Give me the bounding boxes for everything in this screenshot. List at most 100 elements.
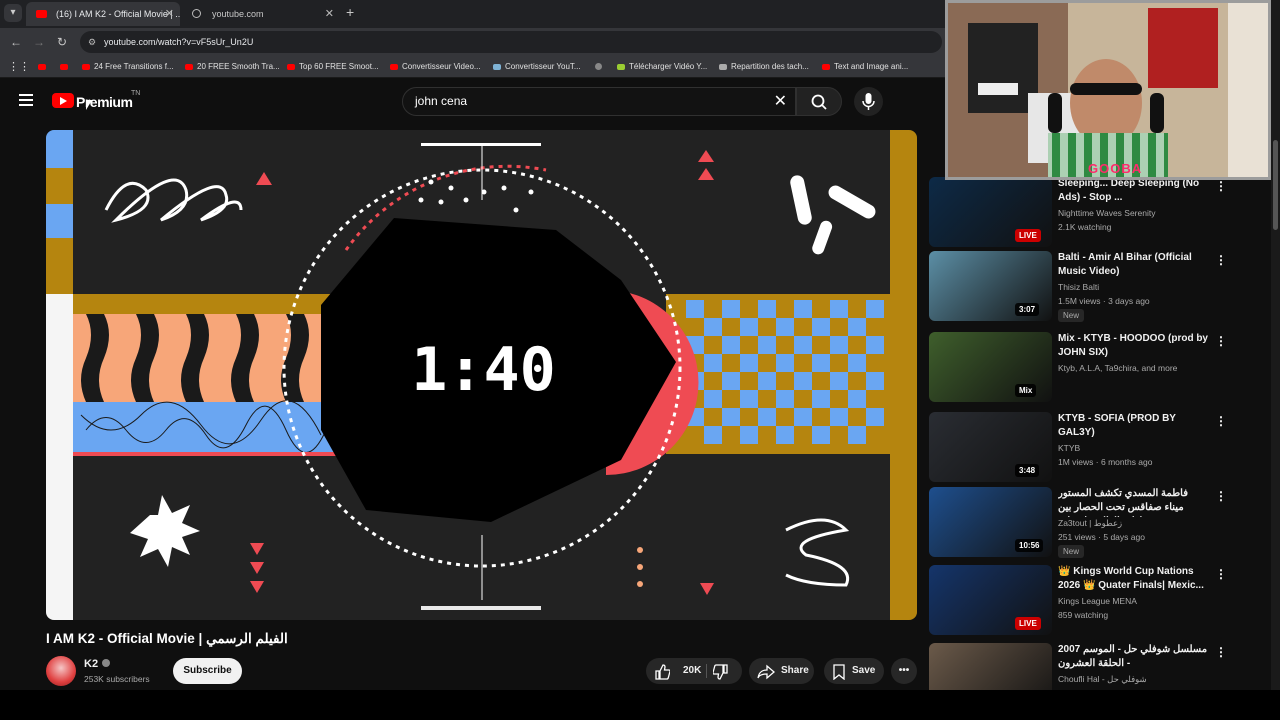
- channel-avatar[interactable]: [46, 656, 76, 686]
- video-badge: 3:48: [1015, 464, 1040, 477]
- bookmark-item[interactable]: [595, 56, 606, 78]
- apps-icon[interactable]: ⋮⋮: [8, 56, 30, 78]
- video-title: I AM K2 - Official Movie | الفيلم الرسمي: [46, 631, 288, 646]
- video-badge: Mix: [1015, 384, 1037, 397]
- globe-favicon-icon: [192, 9, 201, 18]
- more-options-icon[interactable]: ⋮: [1215, 414, 1227, 428]
- like-count[interactable]: 20K: [683, 665, 701, 676]
- bookmark-item[interactable]: 20 FREE Smooth Tra...: [185, 56, 280, 78]
- menu-icon[interactable]: [19, 94, 33, 106]
- video-meta: 251 views · 5 days ago: [1058, 532, 1145, 542]
- webcam-overlay: GOOBA: [945, 0, 1271, 180]
- microphone-icon: [862, 93, 875, 110]
- bookmarks-bar: ⋮⋮ 24 Free Transitions f... 20 FREE Smoo…: [0, 56, 945, 78]
- like-dislike-group: 20K: [646, 658, 742, 684]
- bookmark-item[interactable]: Repartition des tach...: [719, 56, 809, 78]
- reload-icon[interactable]: ↻: [57, 35, 67, 49]
- close-tab-icon[interactable]: ✕: [165, 2, 174, 26]
- channel-name[interactable]: Za3tout | زعطوط: [1058, 517, 1122, 529]
- channel-name[interactable]: Thisiz Balti: [1058, 281, 1099, 293]
- search-icon: [811, 94, 827, 110]
- scrollbar-thumb[interactable]: [1273, 140, 1278, 230]
- bookmark-youtube-icon[interactable]: [60, 56, 72, 78]
- video-timer-text: 1:40: [411, 335, 556, 405]
- more-actions-button[interactable]: •••: [891, 658, 917, 684]
- channel-name[interactable]: Nighttime Waves Serenity: [1058, 207, 1155, 219]
- logo-text[interactable]: Premium: [76, 94, 133, 110]
- bookmark-youtube-icon[interactable]: [38, 56, 50, 78]
- dislike-icon[interactable]: [713, 664, 729, 680]
- bookmark-item[interactable]: Convertisseur YouT...: [493, 56, 581, 78]
- address-bar-row: ← → ↻ ⚙ youtube.com/watch?v=vF5sUr_Un2U: [0, 28, 945, 56]
- video-title[interactable]: Mix - KTYB - HOODOO (prod by JOHN SIX): [1058, 332, 1208, 360]
- youtube-favicon-icon: [36, 10, 47, 18]
- bookmark-item[interactable]: Top 60 FREE Smoot...: [287, 56, 379, 78]
- tab-active[interactable]: (16) I AM K2 - Official Movie | ... ✕: [26, 2, 180, 26]
- recommended-video[interactable]: LIVE Sleeping... Deep Sleeping (No Ads) -…: [929, 177, 1269, 249]
- video-title[interactable]: Sleeping... Deep Sleeping (No Ads) - Sto…: [1058, 177, 1208, 205]
- video-title[interactable]: مسلسل شوفلي حل - الموسم 2007 - الحلقة ال…: [1058, 643, 1208, 671]
- more-options-icon[interactable]: ⋮: [1215, 334, 1227, 348]
- url-text: youtube.com/watch?v=vF5sUr_Un2U: [104, 37, 254, 47]
- search-input[interactable]: john cena ✕: [402, 87, 796, 116]
- video-title[interactable]: فاطمة المسدي تكشف المستور ميناء صفاقس تح…: [1058, 487, 1208, 517]
- clear-search-icon[interactable]: ✕: [774, 88, 787, 115]
- channel-name[interactable]: Ktyb, A.L.A, Ta9chira, and more: [1058, 362, 1177, 374]
- video-meta: 859 watching: [1058, 610, 1109, 620]
- tab-label: youtube.com: [212, 9, 264, 19]
- channel-name[interactable]: Kings League MENA: [1058, 595, 1137, 607]
- close-tab-icon[interactable]: ✕: [325, 2, 334, 26]
- site-settings-icon[interactable]: ⚙: [88, 31, 96, 53]
- video-meta: 1M views · 6 months ago: [1058, 457, 1153, 467]
- video-badge: LIVE: [1015, 617, 1041, 630]
- recommended-video[interactable]: Mix Mix - KTYB - HOODOO (prod by JOHN SIX…: [929, 332, 1269, 404]
- recommended-video[interactable]: 3:48 KTYB - SOFIA (PROD BY GAL3Y) KTYB 1M v…: [929, 412, 1269, 484]
- youtube-logo-icon[interactable]: [52, 93, 74, 108]
- recommended-video[interactable]: 3:07 Balti - Amir Al Bihar (Official Musi…: [929, 251, 1269, 323]
- tab-inactive[interactable]: youtube.com ✕: [182, 2, 340, 26]
- save-button[interactable]: Save: [824, 658, 884, 684]
- recommended-video[interactable]: LIVE 👑 Kings World Cup Nations 2026 👑 Qua…: [929, 565, 1269, 637]
- voice-search-button[interactable]: [854, 87, 883, 116]
- more-options-icon[interactable]: ⋮: [1215, 645, 1227, 659]
- share-button[interactable]: Share: [749, 658, 814, 684]
- bookmark-item[interactable]: Convertisseur Video...: [390, 56, 481, 78]
- video-player[interactable]: 1:40: [46, 130, 917, 620]
- subscribe-button[interactable]: Subscribe: [173, 658, 242, 684]
- taskbar: [0, 690, 1280, 720]
- search-button[interactable]: [796, 87, 842, 116]
- forward-icon[interactable]: →: [33, 35, 45, 49]
- like-icon[interactable]: [654, 664, 670, 680]
- video-title[interactable]: Balti - Amir Al Bihar (Official Music Vi…: [1058, 251, 1208, 279]
- url-field[interactable]: ⚙ youtube.com/watch?v=vF5sUr_Un2U: [80, 31, 942, 53]
- share-icon: [757, 664, 775, 680]
- more-options-icon[interactable]: ⋮: [1215, 567, 1227, 581]
- page-scrollbar[interactable]: [1271, 0, 1280, 690]
- recommended-video[interactable]: 10:56 فاطمة المسدي تكشف المستور ميناء صفا…: [929, 487, 1269, 559]
- streamer-webcam-image: [948, 3, 1268, 177]
- like-divider: [706, 664, 707, 678]
- video-meta: 1.5M views · 3 days ago: [1058, 296, 1150, 306]
- more-options-icon[interactable]: ⋮: [1215, 489, 1227, 503]
- video-title[interactable]: KTYB - SOFIA (PROD BY GAL3Y): [1058, 412, 1208, 440]
- channel-name[interactable]: KTYB: [1058, 442, 1080, 454]
- more-options-icon[interactable]: ⋮: [1215, 253, 1227, 267]
- new-tab-button[interactable]: +: [346, 4, 354, 20]
- webcam-overlay-text: GOOBA: [1088, 161, 1143, 176]
- country-code: TN: [131, 90, 141, 97]
- subscriber-count: 253K subscribers: [84, 674, 150, 684]
- search-value: john cena: [415, 94, 468, 108]
- youtube-header: Premium TN john cena ✕: [0, 78, 940, 124]
- more-options-icon[interactable]: ⋮: [1215, 179, 1227, 193]
- video-title[interactable]: 👑 Kings World Cup Nations 2026 👑 Quater …: [1058, 565, 1208, 593]
- new-badge: New: [1058, 545, 1085, 558]
- bookmark-item[interactable]: Text and Image ani...: [822, 56, 908, 78]
- save-icon: [833, 664, 845, 680]
- bookmark-item[interactable]: Télécharger Vidéo Y...: [617, 56, 707, 78]
- channel-name[interactable]: Choufli Hal - شوفلي حل: [1058, 673, 1147, 685]
- tab-list-button[interactable]: ▾: [4, 4, 22, 22]
- back-icon[interactable]: ←: [10, 35, 22, 49]
- new-badge: New: [1058, 309, 1085, 322]
- bookmark-item[interactable]: 24 Free Transitions f...: [82, 56, 174, 78]
- channel-name[interactable]: K2: [84, 658, 111, 670]
